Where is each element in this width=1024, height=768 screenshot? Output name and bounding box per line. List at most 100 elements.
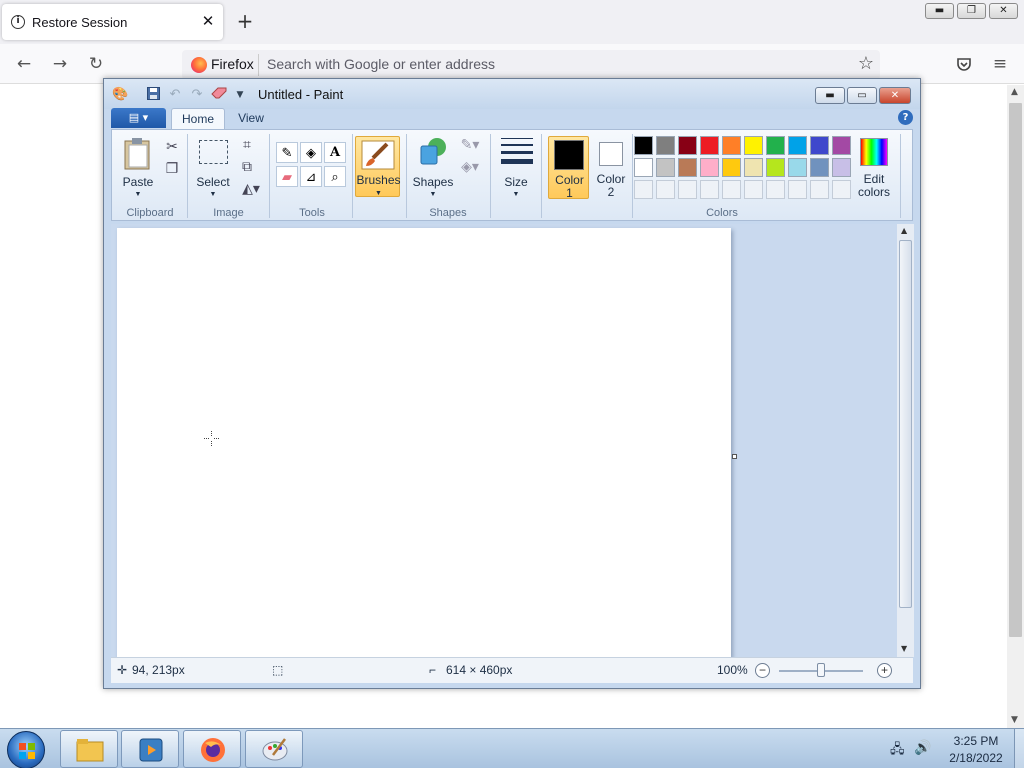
custom-color-slot[interactable]: [700, 180, 719, 199]
palette-swatch[interactable]: [744, 136, 763, 155]
color-picker-tool[interactable]: ⊿: [300, 166, 322, 187]
palette-swatch[interactable]: [722, 158, 741, 177]
magnifier-tool[interactable]: ⌕: [324, 166, 346, 187]
tab-home[interactable]: Home: [171, 108, 225, 129]
volume-icon[interactable]: 🔊: [914, 739, 931, 756]
scroll-down-arrow-icon[interactable]: ▼: [1011, 715, 1018, 725]
new-tab-button[interactable]: +: [234, 10, 256, 32]
palette-swatch[interactable]: [832, 136, 851, 155]
drawing-canvas[interactable]: [117, 228, 731, 657]
show-desktop-button[interactable]: [1014, 729, 1024, 768]
palette-swatch[interactable]: [700, 136, 719, 155]
menu-icon[interactable]: ≡: [988, 53, 1012, 75]
help-icon[interactable]: ?: [898, 110, 913, 125]
qat-dropdown-icon[interactable]: ▼: [232, 87, 248, 103]
cut-icon[interactable]: ✂: [161, 136, 183, 156]
fill-icon[interactable]: ◈▾: [456, 156, 484, 176]
paste-button[interactable]: Paste ▼: [118, 134, 158, 198]
paint-maximize-button[interactable]: ▭: [847, 87, 877, 104]
outline-icon[interactable]: ✎▾: [456, 134, 484, 154]
custom-color-slot[interactable]: [766, 180, 785, 199]
scroll-up-arrow-icon[interactable]: ▲: [901, 226, 907, 235]
rotate-icon[interactable]: ◭▾: [236, 178, 266, 198]
pocket-icon[interactable]: [952, 53, 976, 75]
undo-icon[interactable]: ↶: [167, 87, 183, 103]
network-icon[interactable]: 🖧: [890, 740, 905, 762]
color2-button[interactable]: Color 2: [592, 136, 630, 199]
paint-title-bar[interactable]: 🎨 ↶ ↷ ▼ Untitled - Paint ▬ ▭ ✕: [104, 79, 920, 109]
canvas-vertical-scrollbar[interactable]: ▲ ▼: [897, 224, 914, 657]
paint-close-button[interactable]: ✕: [879, 87, 911, 104]
address-input[interactable]: Search with Google or enter address: [267, 56, 495, 72]
paint-app-icon[interactable]: 🎨: [112, 87, 128, 103]
zoom-slider-thumb[interactable]: [817, 663, 825, 677]
select-button[interactable]: Select ▼: [193, 134, 233, 198]
size-button[interactable]: Size ▼: [496, 134, 536, 198]
redo-icon[interactable]: ↷: [189, 87, 205, 103]
shapes-button[interactable]: Shapes ▼: [412, 134, 454, 198]
palette-swatch[interactable]: [678, 158, 697, 177]
start-button[interactable]: [7, 731, 45, 768]
custom-color-slot[interactable]: [788, 180, 807, 199]
tab-view[interactable]: View: [229, 108, 273, 129]
canvas-resize-handle[interactable]: [732, 454, 737, 459]
taskbar-media-player[interactable]: [121, 730, 179, 768]
page-scrollbar[interactable]: ▲ ▼: [1007, 85, 1024, 729]
eraser-tool[interactable]: ▰: [276, 166, 298, 187]
palette-swatch[interactable]: [766, 136, 785, 155]
resize-icon[interactable]: ⧉: [236, 156, 258, 176]
scroll-up-arrow-icon[interactable]: ▲: [1011, 87, 1018, 97]
browser-tab-restore-session[interactable]: i Restore Session ✕: [2, 4, 223, 40]
paint-menu-button[interactable]: ▤ ▾: [111, 108, 166, 128]
pencil-tool[interactable]: ✎: [276, 142, 298, 163]
reload-button[interactable]: ↻: [84, 53, 108, 75]
custom-color-slot[interactable]: [722, 180, 741, 199]
browser-restore-button[interactable]: ❐: [957, 3, 986, 19]
custom-color-slot[interactable]: [634, 180, 653, 199]
paint-minimize-button[interactable]: ▬: [815, 87, 845, 104]
custom-color-slot[interactable]: [678, 180, 697, 199]
clock-date[interactable]: 2/18/2022: [944, 751, 1008, 765]
zoom-in-button[interactable]: +: [877, 663, 892, 678]
palette-swatch[interactable]: [744, 158, 763, 177]
scrollbar-thumb[interactable]: [899, 240, 912, 608]
bookmark-star-icon[interactable]: ☆: [858, 53, 874, 74]
text-tool[interactable]: A: [324, 142, 346, 163]
crop-icon[interactable]: ⌗: [236, 134, 258, 154]
zoom-out-button[interactable]: −: [755, 663, 770, 678]
brushes-button[interactable]: Brushes ▼: [355, 136, 401, 197]
custom-color-slot[interactable]: [744, 180, 763, 199]
palette-swatch[interactable]: [634, 136, 653, 155]
save-icon[interactable]: [145, 87, 161, 103]
palette-swatch[interactable]: [678, 136, 697, 155]
browser-minimize-button[interactable]: ▬: [925, 3, 954, 19]
palette-swatch[interactable]: [656, 136, 675, 155]
taskbar-paint[interactable]: [245, 730, 303, 768]
eraser-quick-icon[interactable]: [211, 87, 227, 103]
palette-swatch[interactable]: [810, 158, 829, 177]
address-bar[interactable]: Firefox Search with Google or enter addr…: [182, 50, 880, 80]
custom-color-slot[interactable]: [832, 180, 851, 199]
copy-icon[interactable]: ❐: [161, 158, 183, 178]
scrollbar-thumb[interactable]: [1009, 103, 1022, 637]
fill-tool[interactable]: ◈: [300, 142, 322, 163]
scroll-down-arrow-icon[interactable]: ▼: [901, 644, 907, 653]
palette-swatch[interactable]: [700, 158, 719, 177]
forward-button[interactable]: →: [48, 53, 72, 75]
edit-colors-button[interactable]: Edit colors: [854, 136, 894, 199]
palette-swatch[interactable]: [788, 136, 807, 155]
color1-button[interactable]: Color 1: [548, 136, 589, 200]
custom-color-slot[interactable]: [810, 180, 829, 199]
palette-swatch[interactable]: [832, 158, 851, 177]
close-tab-icon[interactable]: ✕: [200, 12, 216, 30]
taskbar-firefox[interactable]: [183, 730, 241, 768]
clock-time[interactable]: 3:25 PM: [951, 734, 1001, 748]
palette-swatch[interactable]: [722, 136, 741, 155]
palette-swatch[interactable]: [634, 158, 653, 177]
palette-swatch[interactable]: [810, 136, 829, 155]
back-button[interactable]: ←: [12, 53, 36, 75]
taskbar-explorer[interactable]: [60, 730, 118, 768]
palette-swatch[interactable]: [656, 158, 675, 177]
custom-color-slot[interactable]: [656, 180, 675, 199]
browser-close-button[interactable]: ✕: [989, 3, 1018, 19]
